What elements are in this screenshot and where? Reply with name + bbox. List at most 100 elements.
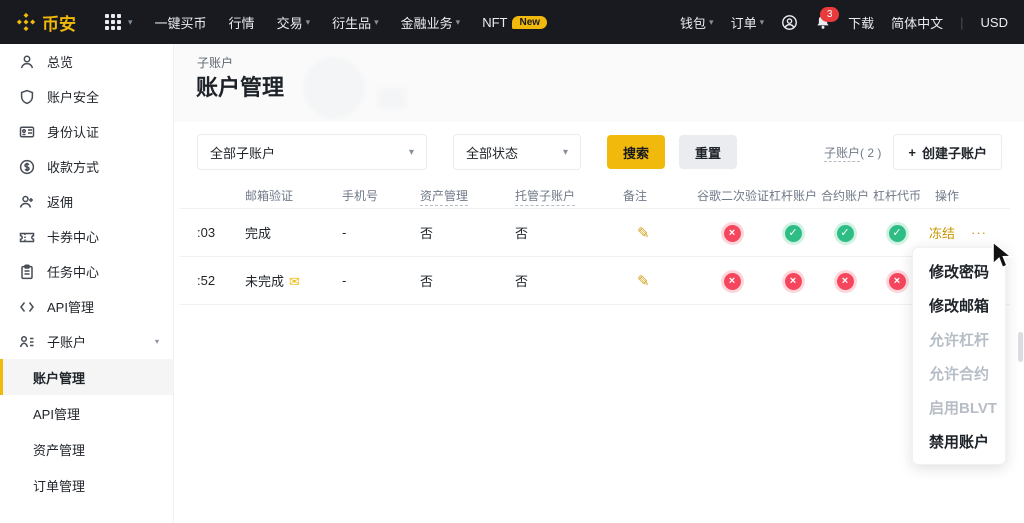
page-title: 账户管理 (196, 75, 285, 100)
managed-cell: 否 (515, 226, 529, 241)
margin-status: ✓ (767, 224, 819, 242)
phone-cell: - (342, 273, 347, 288)
futures-status: × (819, 272, 871, 290)
disabled-icon: × (723, 224, 741, 242)
menu-item-enable-margin: 允许杠杆 (929, 331, 990, 349)
col-google-2fa: 谷歌二次验证 (697, 188, 770, 203)
asset-mgmt-cell: 否 (420, 274, 434, 289)
menu-item-change-password[interactable]: 修改密码 (913, 254, 1005, 288)
search-button[interactable]: 搜索 (607, 135, 666, 169)
nav-item-nft[interactable]: NFT New (482, 15, 548, 30)
edit-note-icon[interactable]: ✎ (615, 272, 650, 290)
sub-account-select[interactable]: 全部子账户 ▾ (197, 134, 427, 170)
disabled-icon: × (784, 272, 802, 290)
shield-icon (20, 89, 34, 104)
menu-item-enable-blvt: 启用BLVT (929, 399, 998, 417)
nav-item-buy-crypto[interactable]: 一键买币 (155, 13, 207, 32)
ticket-icon (19, 232, 35, 242)
col-actions: 操作 (935, 188, 960, 203)
col-managed-sub-account[interactable]: 托管子账户 (507, 187, 615, 206)
nav-item-derivatives[interactable]: 衍生品 ▾ (332, 13, 379, 32)
binance-logo[interactable]: 币安 (16, 10, 76, 35)
col-margin-account: 杠杆账户 (768, 188, 817, 203)
apps-menu-button[interactable]: ▾ (105, 14, 133, 30)
chevron-icon: ▾ (154, 337, 159, 346)
account-cell: :03 (197, 225, 216, 240)
disabled-icon: × (888, 272, 906, 290)
email-status-cell: 未完成 ✉ (245, 274, 300, 289)
sidebar-item-coupon-center[interactable]: 卡券中心 (0, 219, 173, 254)
note-cell: ✎ (615, 272, 697, 290)
blvt-status: ✓ (871, 224, 923, 242)
plus-icon: + (908, 144, 916, 160)
resend-email-icon[interactable]: ✉ (289, 274, 300, 289)
user-icon (20, 55, 34, 68)
enabled-icon: ✓ (888, 224, 906, 242)
sidebar-subitem-asset-management[interactable]: 资产管理 (0, 431, 173, 467)
enabled-icon: ✓ (836, 224, 854, 242)
more-actions-button[interactable]: ··· (971, 225, 987, 240)
language-selector[interactable]: 简体中文 (891, 13, 943, 32)
edit-note-icon[interactable]: ✎ (615, 224, 650, 242)
menu-item-change-email[interactable]: 修改邮箱 (913, 288, 1005, 322)
google-2fa-status: × (697, 224, 767, 242)
futures-status: ✓ (819, 224, 871, 242)
col-email-verification: 邮箱验证 (245, 188, 294, 203)
sidebar-item-security[interactable]: 账户安全 (0, 79, 173, 114)
dollar-icon (19, 159, 35, 174)
notification-count-badge: 3 (820, 7, 840, 22)
chevron-down-icon: ▾ (709, 16, 714, 27)
sidebar-item-overview[interactable]: 总览 (0, 44, 173, 79)
chevron-down-icon: ▾ (128, 16, 133, 27)
users-icon (19, 335, 34, 347)
profile-button[interactable] (781, 14, 798, 31)
table-row: :52 未完成 ✉ - 否 否 ✎ × × × × (180, 256, 1010, 305)
menu-item-disable-account[interactable]: 禁用账户 (913, 424, 1005, 458)
col-asset-management[interactable]: 资产管理 (412, 187, 507, 206)
status-select[interactable]: 全部状态 ▾ (453, 134, 581, 170)
reset-button[interactable]: 重置 (679, 135, 738, 169)
sidebar-subitem-api-management[interactable]: API管理 (0, 395, 173, 431)
col-leveraged-token: 杠杆代币 (872, 188, 921, 203)
sidebar-item-payment[interactable]: 收款方式 (0, 149, 173, 184)
note-cell: ✎ (615, 224, 697, 242)
nav-item-wallet[interactable]: 钱包 ▾ (680, 13, 714, 32)
sidebar-subitem-account-management[interactable]: 账户管理 (0, 359, 173, 395)
enabled-icon: ✓ (784, 224, 802, 242)
nav-item-orders[interactable]: 订单 ▾ (731, 13, 765, 32)
sidebar-item-api-management[interactable]: API管理 (0, 289, 173, 324)
sidebar-item-referral[interactable]: 返佣 (0, 184, 173, 219)
col-phone: 手机号 (342, 188, 379, 203)
api-icon (20, 301, 34, 312)
account-management-page: 币安 ▾ 一键买币 行情 交易 ▾ 衍生品 ▾ 金融业务 ▾ NFT New 钱包 ▾ 订… (0, 0, 1024, 523)
chevron-down-icon: ▾ (562, 146, 568, 158)
sidebar-item-identification[interactable]: 身份认证 (0, 114, 173, 149)
nav-item-markets[interactable]: 行情 (229, 13, 255, 32)
user-profile-icon (782, 14, 798, 30)
currency-selector[interactable]: USD (981, 15, 1008, 30)
nav-item-finance[interactable]: 金融业务 ▾ (401, 13, 461, 32)
sidebar: 总览 账户安全 身份认证 收款方式 返佣 卡券中心 任务中心 API管理 子账户… (0, 44, 174, 523)
sidebar-item-task-center[interactable]: 任务中心 (0, 254, 173, 289)
google-2fa-status: × (697, 272, 767, 290)
nav-item-download[interactable]: 下载 (848, 13, 874, 32)
watermark-square (377, 87, 407, 109)
scrollbar-thumb[interactable] (1018, 332, 1023, 362)
chevron-down-icon: ▾ (305, 16, 311, 27)
notifications-button[interactable]: 3 (815, 7, 840, 30)
disabled-icon: × (836, 272, 854, 290)
account-cell: :52 (197, 273, 216, 288)
table-row: :03 完成 - 否 否 ✎ × ✓ ✓ ✓ 冻结 ··· (180, 208, 1010, 256)
actions-context-menu: 修改密码 修改邮箱 允许杠杆 允许合约 启用BLVT 禁用账户 (912, 247, 1006, 465)
nav-item-trade[interactable]: 交易 ▾ (277, 13, 311, 32)
margin-status: × (767, 272, 819, 290)
chevron-down-icon: ▾ (455, 16, 461, 27)
create-sub-account-button[interactable]: + 创建子账户 (893, 134, 1002, 170)
sidebar-subitem-order-management[interactable]: 订单管理 (0, 467, 173, 503)
chevron-down-icon: ▾ (759, 16, 765, 27)
sidebar-item-sub-accounts[interactable]: 子账户 ▾ (0, 324, 173, 359)
nav-divider: | (960, 14, 964, 30)
email-status-cell: 完成 (245, 226, 272, 241)
freeze-link[interactable]: 冻结 (929, 223, 955, 242)
filter-bar-right: 子账户( 2 ) + 创建子账户 (824, 134, 1002, 170)
